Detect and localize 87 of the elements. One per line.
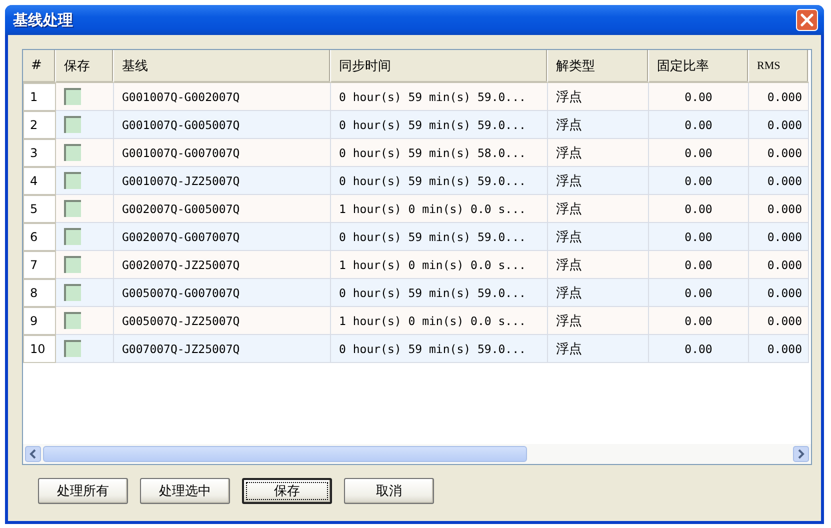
- checkbox[interactable]: [64, 340, 81, 357]
- checkbox[interactable]: [64, 144, 81, 161]
- table-cell: 浮点: [548, 223, 649, 251]
- table-cell: 0.000: [749, 223, 809, 251]
- table-cell: 0 hour(s) 59 min(s) 58.0...: [331, 139, 548, 167]
- table-cell: 浮点: [548, 307, 649, 335]
- checkbox[interactable]: [64, 284, 81, 301]
- table-cell: 0.00: [649, 139, 749, 167]
- checkbox[interactable]: [64, 256, 81, 273]
- checkbox[interactable]: [64, 312, 81, 329]
- table-cell: 0 hour(s) 59 min(s) 59.0...: [331, 223, 548, 251]
- table-cell: 0.000: [749, 279, 809, 307]
- table-cell: 0.000: [749, 83, 809, 111]
- table-cell: 0.000: [749, 195, 809, 223]
- table-cell: 0 hour(s) 59 min(s) 59.0...: [331, 279, 548, 307]
- table-cell: G001007Q-G007007Q: [114, 139, 331, 167]
- table-cell: 浮点: [548, 251, 649, 279]
- column-header[interactable]: 解类型: [548, 50, 649, 83]
- table-cell: G001007Q-JZ25007Q: [114, 167, 331, 195]
- checkbox[interactable]: [64, 116, 81, 133]
- table-cell: 0.00: [649, 111, 749, 139]
- table-cell: 0.00: [649, 335, 749, 363]
- checkbox[interactable]: [64, 200, 81, 217]
- window-title: 基线处理: [13, 10, 73, 30]
- checkbox[interactable]: [64, 228, 81, 245]
- table-cell: 浮点: [548, 335, 649, 363]
- table-cell: 0.000: [749, 111, 809, 139]
- scroll-left-icon[interactable]: [25, 446, 41, 462]
- table-cell: 0.00: [649, 251, 749, 279]
- table-cell: 浮点: [548, 111, 649, 139]
- table-cell: 1 hour(s) 0 min(s) 0.0 s...: [331, 251, 548, 279]
- table-cell: G002007Q-G007007Q: [114, 223, 331, 251]
- table-cell: G001007Q-G002007Q: [114, 83, 331, 111]
- table-cell: 0 hour(s) 59 min(s) 59.0...: [331, 111, 548, 139]
- row-number: 9: [23, 307, 56, 335]
- close-icon[interactable]: [796, 9, 818, 31]
- table-cell: 0.000: [749, 167, 809, 195]
- table-cell: 0.00: [649, 279, 749, 307]
- row-number: 5: [23, 195, 56, 223]
- table-cell: 浮点: [548, 167, 649, 195]
- row-number: 3: [23, 139, 56, 167]
- table-cell: 1 hour(s) 0 min(s) 0.0 s...: [331, 307, 548, 335]
- table-cell: 0 hour(s) 59 min(s) 59.0...: [331, 335, 548, 363]
- table-cell: 0.00: [649, 83, 749, 111]
- column-header[interactable]: RMS: [749, 50, 809, 83]
- column-header[interactable]: 固定比率: [649, 50, 749, 83]
- row-number: 4: [23, 167, 56, 195]
- dialog-button[interactable]: 处理所有: [38, 478, 128, 504]
- checkbox[interactable]: [64, 172, 81, 189]
- row-number: 6: [23, 223, 56, 251]
- row-number: 10: [23, 335, 56, 363]
- column-header[interactable]: #: [23, 50, 56, 83]
- table-cell: G001007Q-G005007Q: [114, 111, 331, 139]
- table-cell: 0.000: [749, 335, 809, 363]
- table-cell: G002007Q-G005007Q: [114, 195, 331, 223]
- table-cell: 0 hour(s) 59 min(s) 59.0...: [331, 167, 548, 195]
- table-cell: 0.000: [749, 139, 809, 167]
- table-cell: 浮点: [548, 279, 649, 307]
- table-cell: 0.000: [749, 251, 809, 279]
- scroll-thumb[interactable]: [43, 446, 527, 462]
- column-header[interactable]: 保存: [56, 50, 114, 83]
- dialog-button[interactable]: 取消: [344, 478, 434, 504]
- dialog-button[interactable]: 处理选中: [140, 478, 230, 504]
- dialog-button[interactable]: 保存: [242, 478, 332, 504]
- table-cell: 0.00: [649, 195, 749, 223]
- row-number: 8: [23, 279, 56, 307]
- table-cell: 浮点: [548, 83, 649, 111]
- checkbox[interactable]: [64, 88, 81, 105]
- table-cell: 0.000: [749, 307, 809, 335]
- table-cell: G002007Q-JZ25007Q: [114, 251, 331, 279]
- row-number: 2: [23, 111, 56, 139]
- table-cell: 浮点: [548, 139, 649, 167]
- row-number: 1: [23, 83, 56, 111]
- table-cell: G005007Q-G007007Q: [114, 279, 331, 307]
- scroll-right-icon[interactable]: [793, 446, 809, 462]
- table-cell: 0.00: [649, 223, 749, 251]
- column-header[interactable]: 基线: [114, 50, 331, 83]
- table-cell: G007007Q-JZ25007Q: [114, 335, 331, 363]
- horizontal-scrollbar[interactable]: [23, 444, 811, 464]
- table-cell: 0 hour(s) 59 min(s) 59.0...: [331, 83, 548, 111]
- table-cell: 浮点: [548, 195, 649, 223]
- table-cell: 1 hour(s) 0 min(s) 0.0 s...: [331, 195, 548, 223]
- column-header[interactable]: 同步时间: [331, 50, 548, 83]
- table-cell: 0.00: [649, 307, 749, 335]
- table-cell: G005007Q-JZ25007Q: [114, 307, 331, 335]
- table-cell: 0.00: [649, 167, 749, 195]
- row-number: 7: [23, 251, 56, 279]
